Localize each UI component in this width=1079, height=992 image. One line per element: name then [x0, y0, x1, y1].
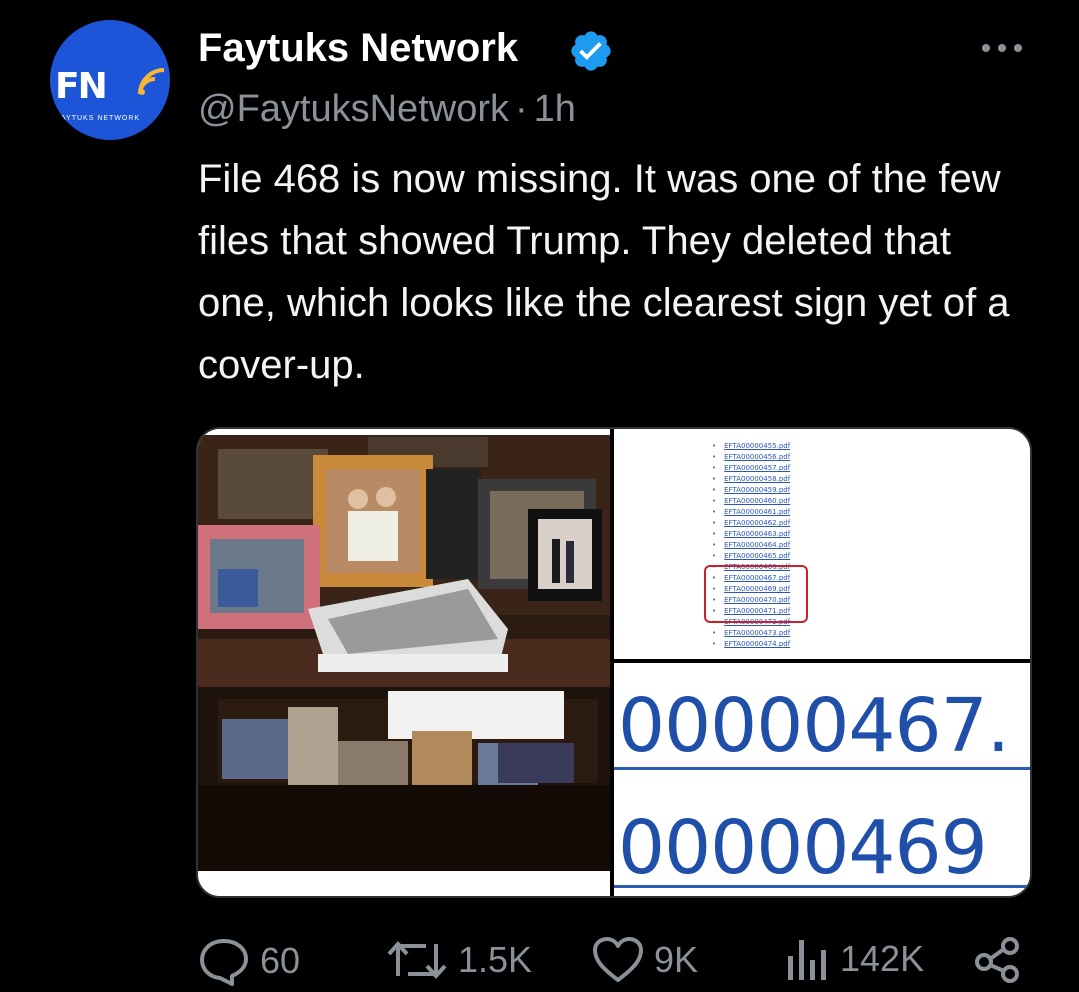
media-grid[interactable]: EFTA00000455.pdf EFTA00000456.pdf EFTA00… [196, 427, 1032, 898]
reply-count: 60 [260, 940, 301, 981]
file-link: EFTA00000455.pdf [712, 441, 790, 452]
tweet-text: File 468 is now missing. It was one of t… [198, 157, 1010, 387]
share-icon [975, 937, 1019, 983]
repost-count: 1.5K [458, 939, 533, 980]
zoom-number: 00000469 [618, 805, 988, 891]
file-link: EFTA00000462.pdf [712, 518, 790, 529]
share-button[interactable] [974, 936, 1022, 984]
signal-icon [138, 68, 165, 95]
file-link: EFTA00000457.pdf [712, 463, 790, 474]
file-list-screenshot[interactable]: EFTA00000455.pdf EFTA00000456.pdf EFTA00… [614, 429, 1030, 659]
separator: · [514, 88, 528, 130]
repost-icon [387, 941, 447, 979]
repost-button[interactable]: 1.5K [386, 936, 532, 984]
file-link: EFTA00000458.pdf [712, 474, 790, 485]
timestamp[interactable]: 1h [534, 88, 576, 130]
author-handle[interactable]: @FaytuksNetwork [198, 88, 509, 130]
file-link: EFTA00000464.pdf [712, 540, 790, 551]
avatar-tagline: FAYTUKS NETWORK [56, 115, 141, 122]
file-link: EFTA00000474.pdf [712, 639, 790, 650]
photo-desk-frames[interactable] [198, 429, 610, 896]
file-link: EFTA00000461.pdf [712, 507, 790, 518]
views-bar-icon [788, 940, 826, 980]
heart-icon [593, 937, 643, 982]
like-button[interactable]: 9K [592, 936, 698, 984]
action-bar: 60 1.5K 9K 142K [198, 936, 1028, 992]
handle-line: @FaytuksNetwork · 1h [198, 88, 576, 131]
file-link: EFTA00000473.pdf [712, 628, 790, 639]
underline [614, 885, 1030, 888]
file-link: EFTA00000456.pdf [712, 452, 790, 463]
view-count: 142K [840, 938, 925, 979]
avatar[interactable]: FN FAYTUKS NETWORK [50, 20, 170, 140]
reply-button[interactable]: 60 [198, 936, 300, 986]
file-link: EFTA00000463.pdf [712, 529, 790, 540]
views-button[interactable]: 142K [784, 936, 924, 982]
underline [614, 767, 1030, 770]
more-dots-icon[interactable] [978, 28, 1026, 68]
reply-bubble-icon [200, 939, 248, 986]
avatar-logo: FN [55, 66, 108, 107]
zoom-number: 00000467. [618, 683, 1010, 769]
file-link: EFTA00000465.pdf [712, 551, 790, 562]
verified-badge-icon [571, 31, 611, 71]
file-link: EFTA00000459.pdf [712, 485, 790, 496]
zoomed-file-numbers[interactable]: 00000467. 00000469 [614, 663, 1030, 896]
author-name[interactable]: Faytuks Network [198, 26, 518, 71]
like-count: 9K [654, 939, 699, 980]
file-link: EFTA00000460.pdf [712, 496, 790, 507]
red-highlight-box [704, 565, 808, 623]
